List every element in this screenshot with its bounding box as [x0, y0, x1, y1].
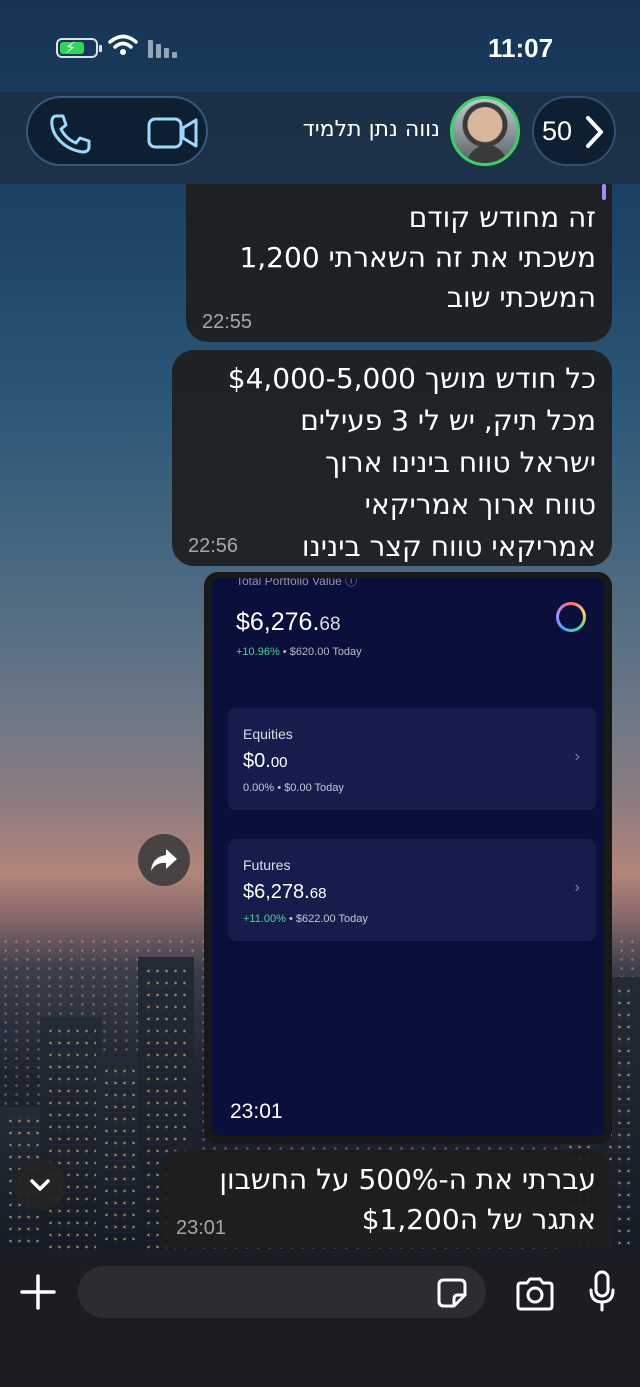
- chevron-right-icon: [586, 116, 603, 148]
- phone-icon[interactable]: [48, 112, 94, 154]
- message-time: 22:55: [202, 311, 253, 333]
- battery-icon: ⚡: [56, 38, 102, 58]
- status-bar: ⚡ 11:07: [0, 0, 640, 92]
- card-change: 0.00% • $0.00 Today: [243, 782, 344, 794]
- message-time: 23:01: [176, 1217, 227, 1239]
- portfolio-change: +10.96% • $620.00 Today: [236, 646, 362, 658]
- message-line: ישראל טווח בינינו ארוך: [325, 446, 596, 479]
- share-arrow-icon: [151, 849, 177, 871]
- status-time: 11:07: [488, 33, 554, 63]
- portfolio-screenshot: Total Portfolio Value ⓘ $6,276.68 +10.96…: [212, 578, 604, 1136]
- equities-card: Equities $0.00 0.00% • $0.00 Today ›: [228, 708, 596, 810]
- unread-count: 50: [542, 116, 573, 146]
- message-time: 23:01: [230, 1100, 283, 1123]
- message-line: המשכתי שוב: [446, 281, 596, 314]
- card-title: Equities: [243, 726, 293, 742]
- message-line: אמריקאי טווח קצר בינינו: [301, 530, 596, 563]
- cellular-signal-icon: [148, 38, 182, 58]
- reply-indicator: [602, 184, 606, 200]
- message-line: אתגר של ה$1,200: [361, 1203, 596, 1236]
- chevron-right-icon: ›: [574, 879, 580, 896]
- contact-avatar[interactable]: [450, 96, 520, 166]
- card-value: $6,278.68: [243, 881, 327, 903]
- chevron-right-icon: ›: [574, 748, 580, 765]
- sticker-icon[interactable]: [436, 1277, 468, 1309]
- forward-button[interactable]: [138, 834, 190, 886]
- card-title: Futures: [243, 857, 291, 873]
- camera-icon[interactable]: [514, 1276, 556, 1312]
- message-line: מכל תיק, יש לי 3 פעילים: [300, 404, 596, 437]
- image-message[interactable]: Total Portfolio Value ⓘ $6,276.68 +10.96…: [204, 572, 612, 1144]
- microphone-icon[interactable]: [588, 1270, 616, 1314]
- message-line: כל חודש מושך $4,000-5,000: [227, 362, 596, 395]
- message-composer: [0, 1250, 640, 1387]
- message-line: טווח ארוך אמריקאי: [364, 488, 596, 521]
- scroll-to-bottom-button[interactable]: [14, 1160, 66, 1210]
- message-line: משכתי את זה השארתי 1,200: [239, 241, 596, 274]
- message-text: עברתי את ה-500% על החשבון אתגר של ה$1,20…: [219, 1160, 596, 1240]
- futures-card: Futures $6,278.68 +11.00% • $622.00 Toda…: [228, 839, 596, 941]
- message-text: כל חודש מושך $4,000-5,000 מכל תיק, יש לי…: [228, 358, 596, 568]
- portfolio-value: $6,276.68: [236, 608, 341, 636]
- message-text: זה מחודש קודם משכתי את זה השארתי 1,200 ה…: [239, 198, 596, 318]
- message-bubble[interactable]: עברתי את ה-500% על החשבון אתגר של ה$1,20…: [160, 1150, 612, 1248]
- portfolio-label: Total Portfolio Value ⓘ: [236, 578, 358, 588]
- plus-icon[interactable]: [18, 1272, 58, 1312]
- card-value: $0.00: [243, 750, 288, 772]
- wifi-icon: [108, 34, 138, 55]
- message-bubble[interactable]: כל חודש מושך $4,000-5,000 מכל תיק, יש לי…: [172, 350, 612, 566]
- card-change: +11.00% • $622.00 Today: [243, 913, 368, 925]
- message-bubble[interactable]: זה מחודש קודם משכתי את זה השארתי 1,200 ה…: [186, 184, 612, 342]
- contact-name[interactable]: נווה נתן תלמיד: [303, 117, 440, 142]
- chat-header: נווה נתן תלמיד 50: [0, 92, 640, 184]
- allocation-ring-icon: [556, 602, 586, 632]
- chevron-down-icon: [30, 1179, 50, 1191]
- message-input[interactable]: [78, 1266, 486, 1318]
- back-button[interactable]: 50: [532, 96, 616, 166]
- message-line: עברתי את ה-500% על החשבון: [219, 1163, 596, 1196]
- message-time: 22:56: [188, 535, 239, 557]
- video-call-icon[interactable]: [146, 112, 200, 154]
- message-line: זה מחודש קודם: [408, 201, 596, 234]
- call-actions: [26, 96, 208, 166]
